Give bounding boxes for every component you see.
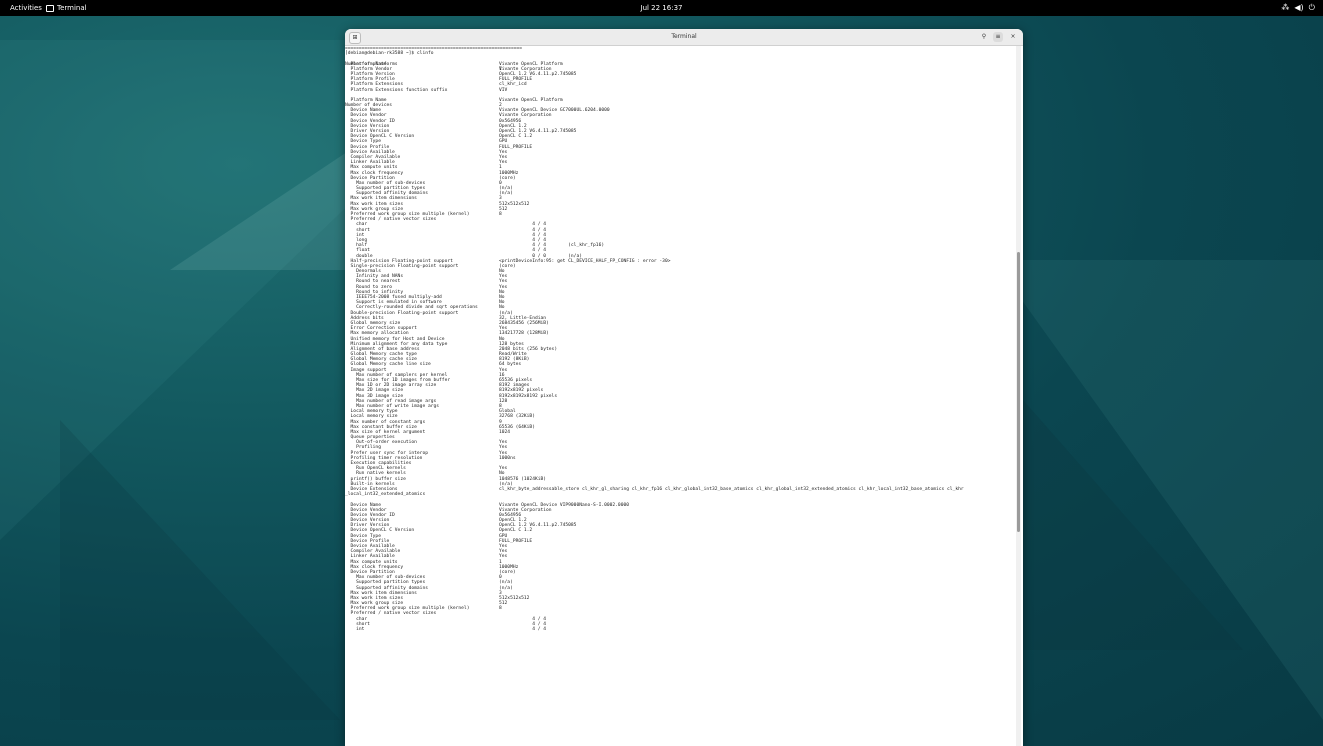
wallpaper-shape (993, 260, 1323, 720)
output-row: int 4 / 4 (345, 627, 1016, 632)
scrollbar[interactable] (1016, 46, 1021, 746)
window-title: Terminal (671, 33, 697, 40)
menu-button[interactable]: ≡ (993, 32, 1003, 42)
scroll-thumb[interactable] (1017, 252, 1020, 532)
network-icon: ⁂ (1281, 3, 1290, 12)
terminal-header-bar[interactable]: ⊞ Terminal ⚲ ≡ × (345, 29, 1023, 46)
output-value: 4 / 4 (499, 627, 547, 632)
top-bar: Activities Terminal Jul 22 16:37 ⁂ ◀) ⏻ (0, 0, 1323, 16)
device1-block: Device Name Vivante OpenCL Device GC7000U… (345, 108, 1016, 492)
system-tray[interactable]: ⁂ ◀) ⏻ (1281, 0, 1315, 16)
volume-icon: ◀) (1294, 3, 1304, 12)
output-key: int (345, 627, 365, 632)
hamburger-icon: ≡ (995, 33, 1001, 40)
clock[interactable]: Jul 22 16:37 (0, 0, 1323, 16)
search-icon: ⚲ (981, 33, 987, 40)
wallpaper-shape (1023, 400, 1243, 650)
device2-block: Device Name Vivante OpenCL Device VIP9000… (345, 503, 1016, 633)
search-button[interactable]: ⚲ (979, 32, 989, 42)
close-button[interactable]: × (1008, 32, 1018, 42)
close-icon: × (1010, 33, 1016, 40)
wallpaper-shape (60, 420, 340, 720)
terminal-window: ⊞ Terminal ⚲ ≡ × =======================… (345, 29, 1023, 746)
terminal-output[interactable]: ========================================… (345, 46, 1016, 746)
power-icon: ⏻ (1308, 3, 1315, 12)
platform-block: Platform Name Vivante OpenCL Platform Pla… (345, 62, 1016, 109)
wallpaper-shape (170, 150, 350, 270)
